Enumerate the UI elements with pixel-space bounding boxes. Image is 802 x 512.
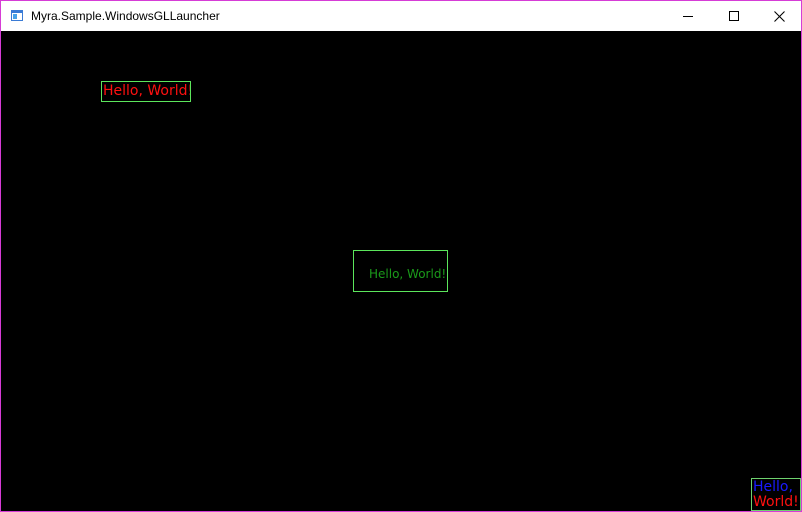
hello-label-center: Hello, World!: [353, 250, 448, 292]
minimize-button[interactable]: [665, 1, 711, 31]
maximize-button[interactable]: [711, 1, 757, 31]
hello-label-line2: World!: [753, 494, 799, 510]
app-window: Myra.Sample.WindowsGLLauncher Hello, Wor…: [0, 0, 802, 512]
client-area: Hello, World! Hello, World! Hello, World…: [1, 31, 801, 511]
app-window-icon: [11, 10, 23, 21]
hello-label-text: Hello, World!: [369, 267, 447, 281]
hello-label-line1: Hello,: [753, 479, 793, 495]
maximize-icon: [729, 11, 739, 21]
window-title: Myra.Sample.WindowsGLLauncher: [31, 9, 220, 23]
hello-label-text: Hello, World!: [103, 83, 191, 99]
close-button[interactable]: [756, 1, 801, 31]
minimize-icon: [683, 16, 693, 17]
close-icon: [773, 10, 785, 22]
hello-label-top-left: Hello, World!: [101, 81, 191, 102]
title-bar[interactable]: Myra.Sample.WindowsGLLauncher: [1, 1, 801, 31]
hello-label-bottom-right: Hello, World!: [751, 478, 801, 511]
